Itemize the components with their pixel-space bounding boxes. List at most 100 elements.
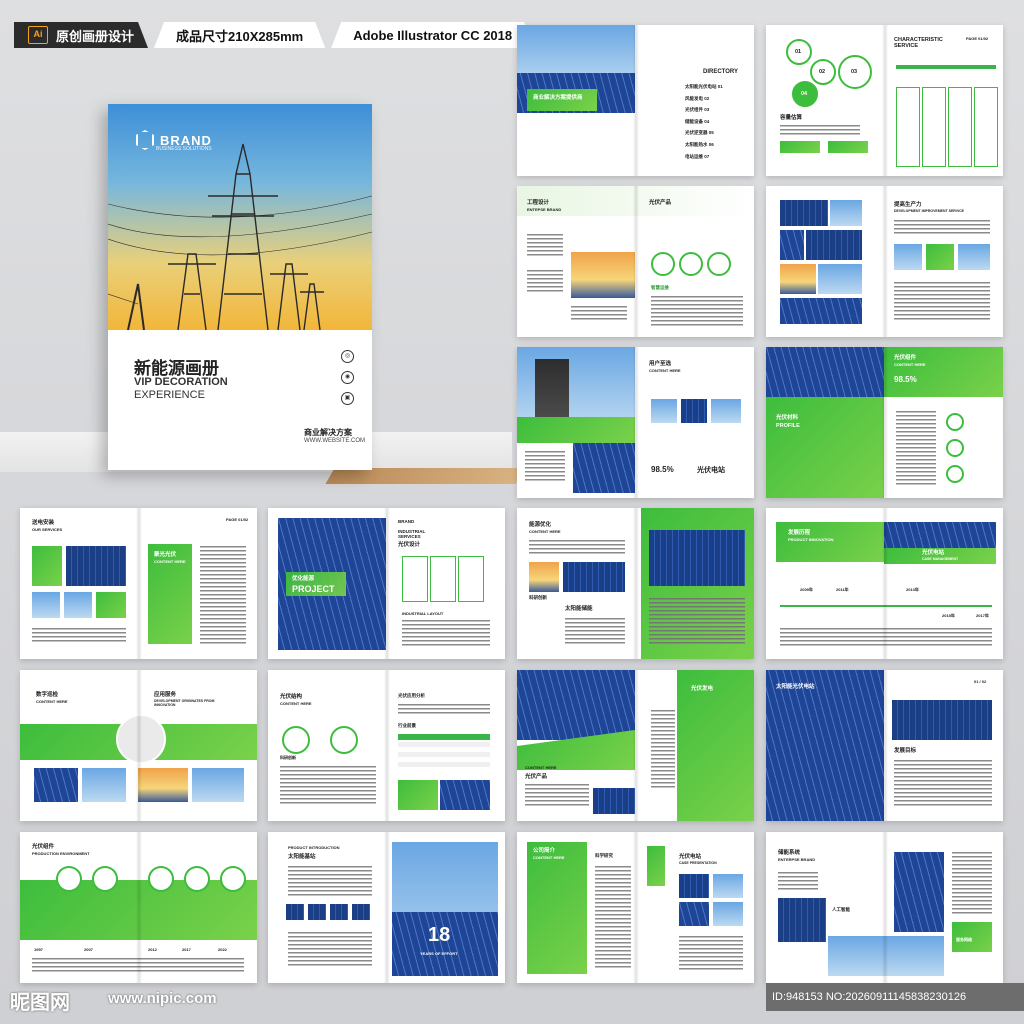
sunset-photo (780, 264, 816, 294)
photo (96, 592, 126, 618)
spread-productivity: 提高生产力 DEVELOPMENT IMPROVEMENT SERVICE (766, 186, 1003, 337)
tag-size: 成品尺寸210X285mm (154, 22, 325, 48)
development-goal-label: 发展目标 (894, 748, 917, 754)
service-network-label: 服务网络 (956, 937, 972, 942)
service-card (974, 87, 998, 167)
body-text (780, 125, 860, 135)
tag-text: Adobe Illustrator CC 2018 (353, 27, 513, 43)
green-panel (766, 397, 884, 498)
installation-subtitle: OUR SERVICES (32, 527, 63, 532)
circle-photo (330, 726, 358, 754)
spread-company-profile: 公司简介 CONTENT HERE 科学研究 光伏电站 CASE PRESENT… (517, 832, 754, 983)
company-title: 公司简介 (533, 848, 556, 854)
optimization-title: 能源优化 (529, 522, 552, 528)
body-text (32, 958, 244, 972)
timeline-year: 2017年 (976, 613, 989, 618)
user-choice-subtitle: CONTENT HERE (649, 368, 681, 373)
station-subtitle: CASE MANAGEMENT (922, 557, 959, 561)
body-text (288, 932, 372, 968)
timeline-year: 2013年 (906, 587, 919, 592)
body-text (529, 540, 625, 554)
directory-list: 太阳能光伏电站 01 风能发电 02 光伏组件 03 储能设备 04 光伏逆变器… (685, 81, 751, 162)
body-text (649, 598, 745, 646)
photo (34, 768, 78, 802)
application-subtitle: DEVELOPMENT ORIGINATES FROM INNOVATION (154, 699, 215, 707)
body-text (896, 411, 936, 487)
station-title: 光伏电站 (922, 550, 945, 556)
body-text (527, 234, 563, 258)
body-text (200, 546, 246, 644)
history-subtitle: PRODUCT INNOVATION (788, 537, 834, 542)
spread-solar-station: 太阳能光伏电站 01 / 02 发展目标 (766, 670, 1003, 821)
structure-title: 光伏结构 (280, 694, 303, 700)
directory-item: 光伏逆变器 05 (685, 130, 714, 136)
body-text (595, 866, 631, 970)
photo (82, 768, 126, 802)
analysis-title: 光伏应用分析 (398, 693, 425, 698)
generation-subtitle: CONTENT HERE (525, 765, 557, 770)
body-text (651, 710, 675, 790)
timeline-year: 2017 (182, 947, 191, 952)
circle-photo (184, 866, 210, 892)
storage-subtitle: ENTERPSE BRAND (778, 857, 816, 862)
company-subtitle: CONTENT HERE (533, 855, 565, 860)
directory-item: 风能发电 02 (685, 95, 710, 101)
percent-stat: 98.5% (894, 375, 917, 384)
photo (894, 244, 922, 270)
body-text (32, 628, 126, 644)
body-text (679, 936, 743, 970)
pv-products-title: 光伏产品 (649, 200, 672, 206)
caption-text: 商业解决方案提供商 (533, 95, 583, 101)
research-label: 科研创新 (280, 755, 296, 760)
watermark-logo: 昵图网 (10, 992, 70, 1014)
profile-title-en: PROFILE (776, 423, 800, 429)
photo (529, 562, 559, 592)
concentrating-pv-subtitle: CONTENT HERE (154, 559, 186, 564)
spread-engineering: 工程设计 ENTEPSE BRAND 光伏产品 智慧运维 (517, 186, 754, 337)
industry-outlook-label: 行业前景 (398, 723, 416, 728)
photo (681, 399, 707, 423)
solar-storage-title: 太阳能储能 (565, 606, 593, 612)
station-subtitle: CASE PRESENTATION (679, 861, 717, 865)
productivity-title: 提高生产力 (894, 202, 922, 208)
circle-photo (56, 866, 82, 892)
tower-photo (830, 200, 862, 226)
engineering-title: 工程设计 (527, 200, 550, 206)
solar-photo (563, 562, 625, 592)
circle-photo (282, 726, 310, 754)
body-text (525, 784, 589, 808)
inspection-title: 数字巡检 (36, 692, 59, 698)
timeline-line (780, 605, 992, 607)
cover-subtitle-2: EXPERIENCE (134, 389, 205, 401)
solar-array-photo (766, 670, 884, 821)
product-circle-icon (651, 252, 675, 276)
years-label: YEARS OF EFFORT (420, 951, 458, 956)
header-tags: Ai 原创画册设计 成品尺寸210X285mm Adobe Illustrato… (14, 22, 534, 48)
circle-target-icon: ◎ (341, 350, 354, 363)
green-column (677, 670, 754, 821)
photo (651, 399, 677, 423)
productivity-subtitle: DEVELOPMENT IMPROVEMENT SERVICE (894, 209, 964, 213)
cover-photo-power-towers: BRAND BUSINESS SOLUTIONS (108, 104, 372, 330)
module-subtitle: CONTENT HERE (894, 362, 926, 367)
photo (286, 904, 304, 920)
spread-directory: 商业解决方案提供商 DIRECTORY 太阳能光伏电站 01 风能发电 02 光… (517, 25, 754, 176)
body-text (780, 628, 992, 646)
circle-square-icon: ▣ (341, 392, 354, 405)
body-text (288, 866, 372, 896)
spread-pv-generation: CONTENT HERE 光伏产品 光伏发电 (517, 670, 754, 821)
timeline-year: 2009年 (800, 587, 813, 592)
layout-label: INDUSTRIAL LAYOUT (402, 611, 444, 616)
photo (713, 874, 743, 898)
years-number: 18 (428, 924, 451, 946)
spread-profile: 光伏材料 PROFILE 光伏组件 CONTENT HERE 98.5% (766, 347, 1003, 498)
circle-diagram-node: 04 (792, 81, 818, 107)
page-number: 01 / 02 (974, 679, 987, 684)
station-title: 光伏电站 (679, 854, 702, 860)
watermark-url: www.nipic.com (108, 990, 217, 1007)
tower-photo (818, 264, 862, 294)
circle-dot-icon: ◉ (341, 371, 354, 384)
body-text (280, 766, 376, 806)
circle-photo (148, 866, 174, 892)
photo (711, 399, 741, 423)
